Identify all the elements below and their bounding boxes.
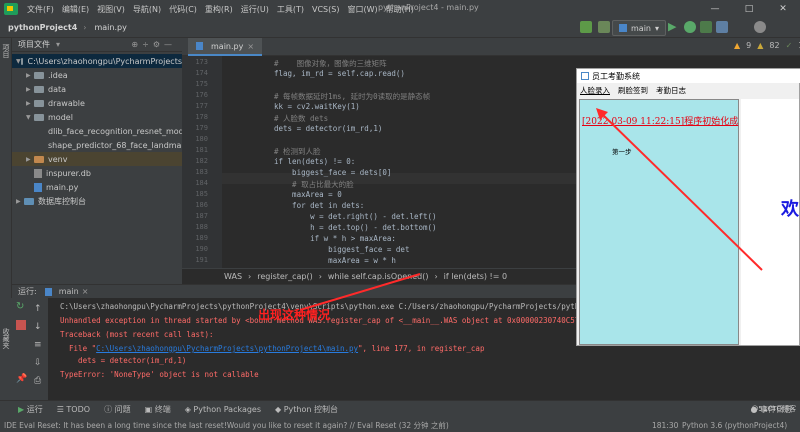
annotation-arrow-to-code — [299, 273, 421, 311]
watermark: @51CTO博客 — [751, 405, 796, 413]
annotation-text: 出现这种情况 — [258, 308, 331, 322]
annotation-arrow-to-app — [599, 111, 763, 271]
annotation-arrows — [299, 108, 763, 311]
